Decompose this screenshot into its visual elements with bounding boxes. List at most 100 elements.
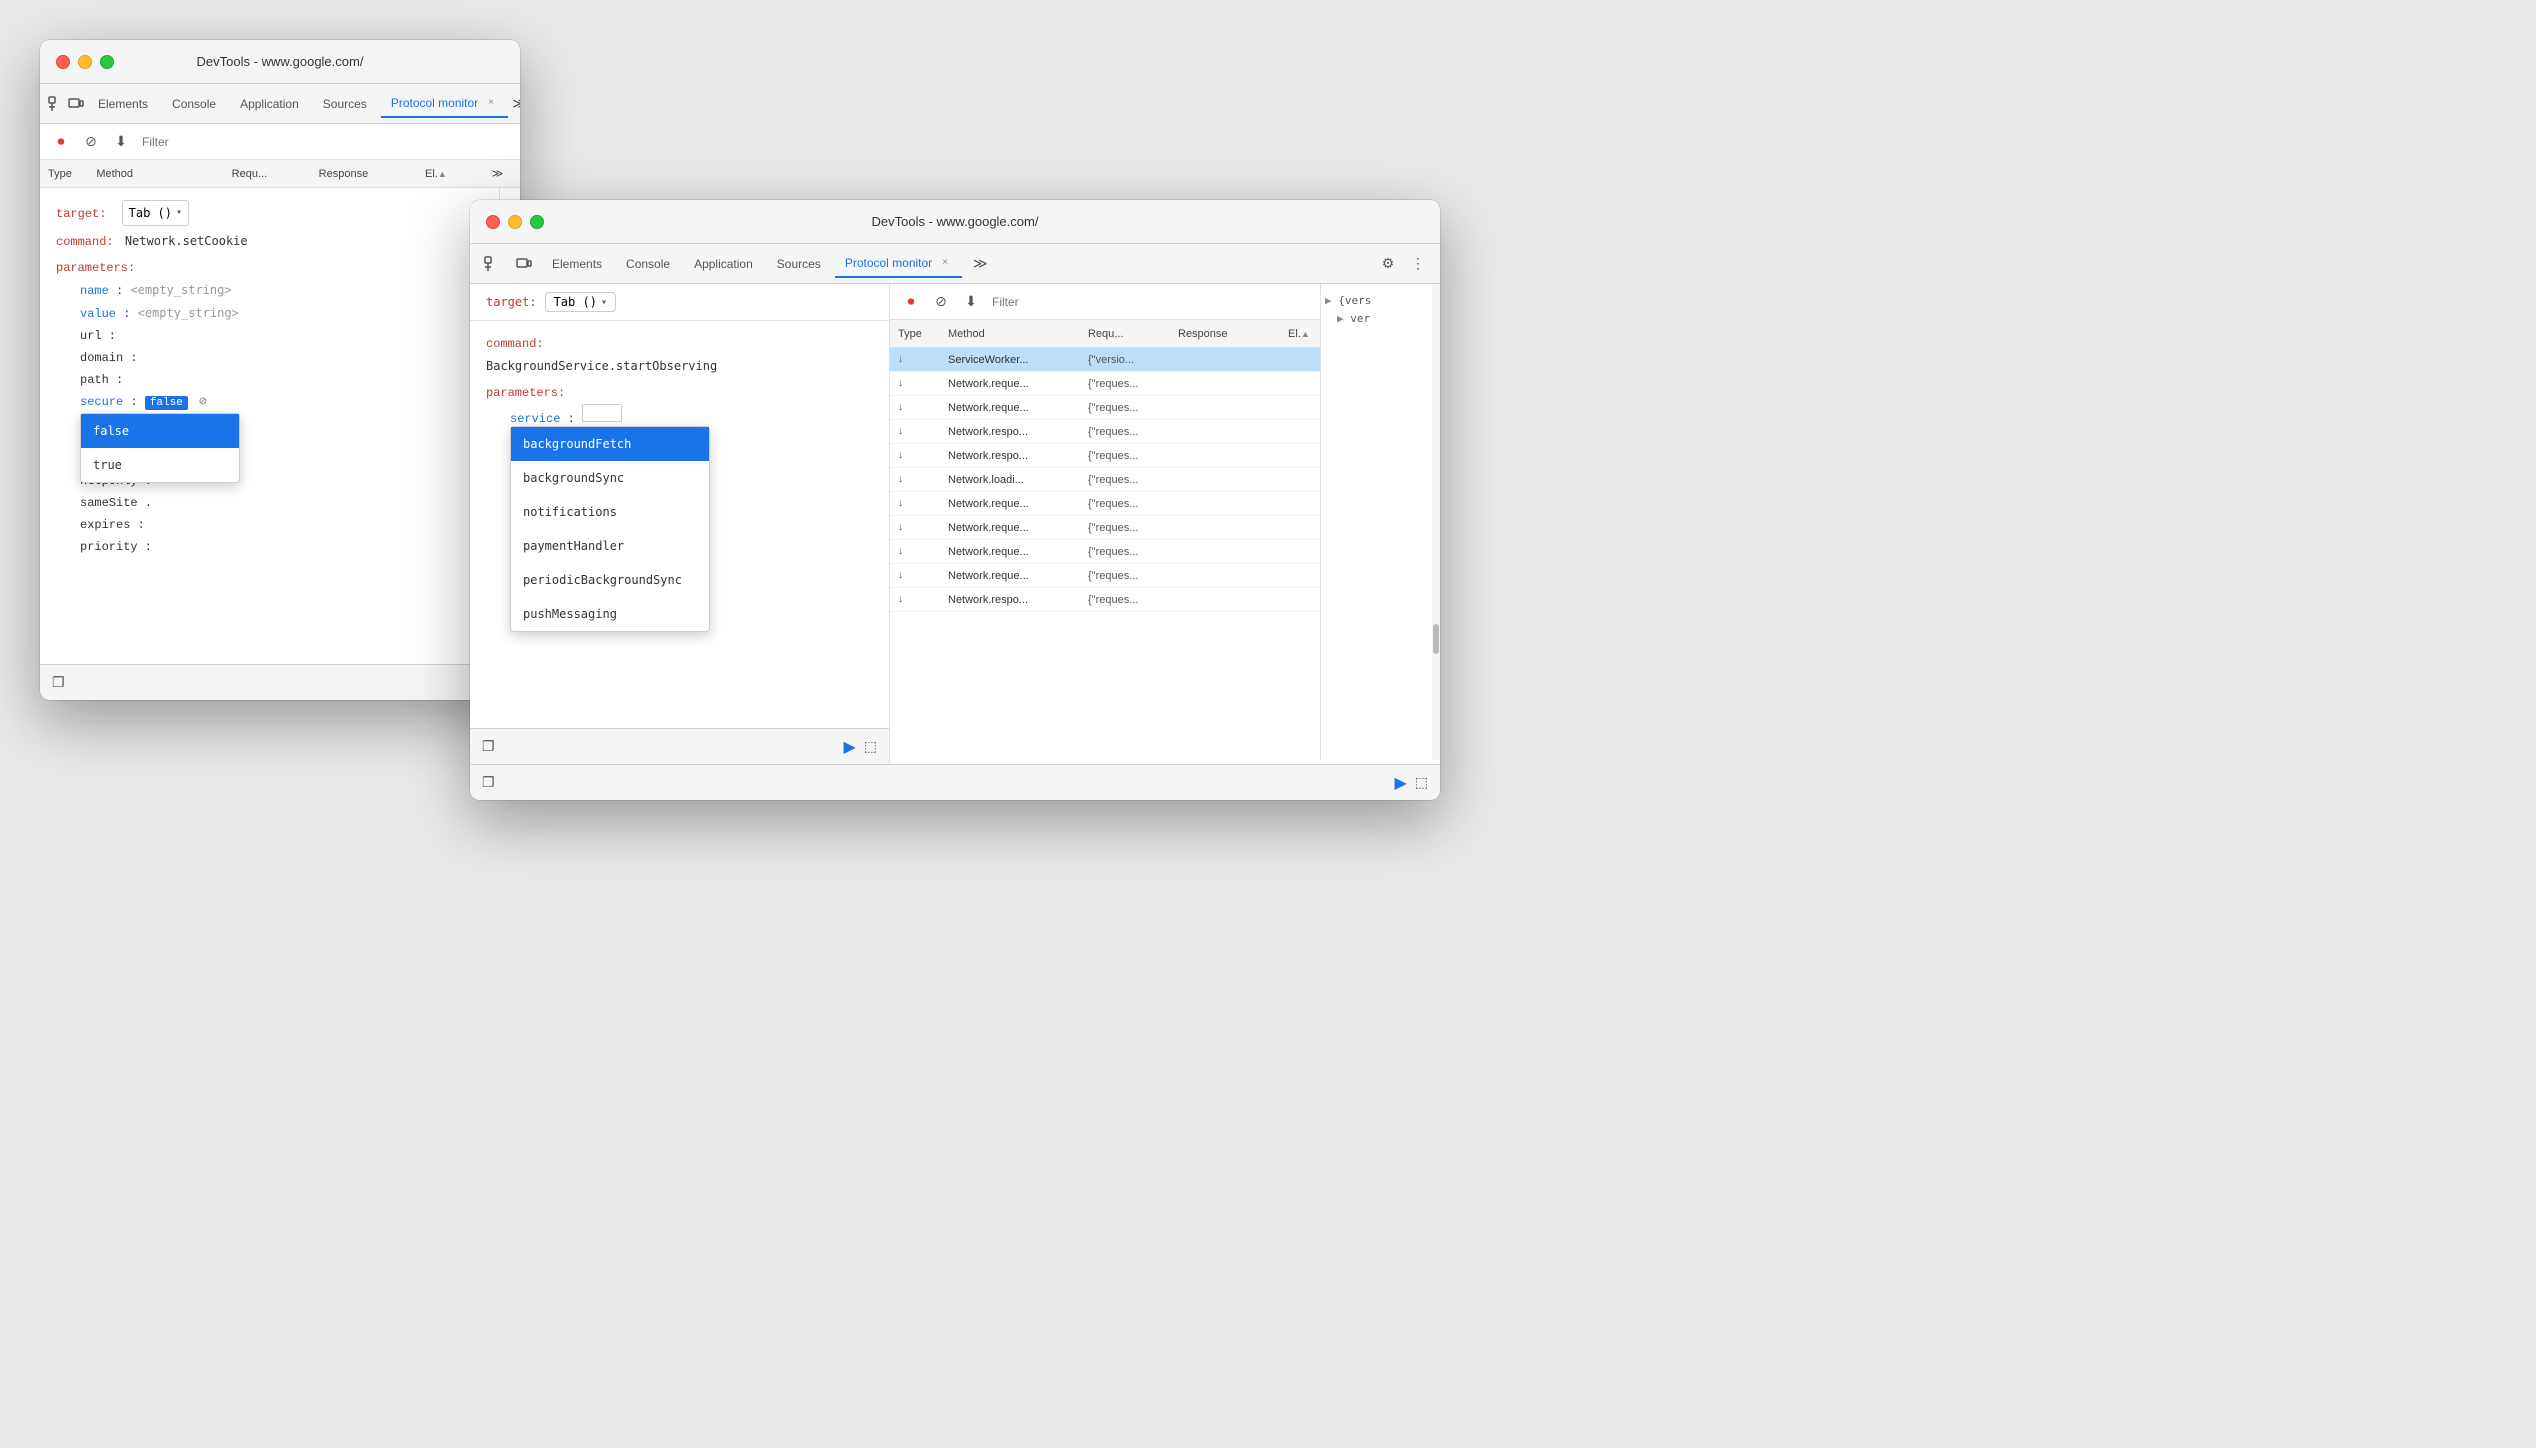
tab-protocol-monitor-2[interactable]: Protocol monitor ×	[835, 250, 962, 278]
row-3-type: ↓	[898, 426, 948, 437]
send-button-2[interactable]: ▶	[843, 737, 855, 757]
tab-elements-2[interactable]: Elements	[542, 250, 612, 278]
service-input[interactable]	[582, 404, 622, 422]
service-option-paymentHandler[interactable]: paymentHandler	[511, 529, 709, 563]
copy-icon-2b[interactable]: ❐	[482, 774, 495, 791]
tab-application-label-2: Application	[694, 257, 753, 271]
service-option-backgroundFetch[interactable]: backgroundFetch	[511, 427, 709, 461]
more-icon-2[interactable]: ⋮	[1404, 250, 1432, 278]
left-panel-2: target: Tab () ▾ command: BackgroundServ…	[470, 284, 890, 764]
download-button-1[interactable]: ⬇	[108, 129, 134, 155]
download-button-2[interactable]: ⬇	[958, 289, 984, 315]
kb-icon-2[interactable]: ⬚	[864, 738, 877, 755]
param-name-sep: :	[116, 284, 130, 298]
maximize-button-2[interactable]	[530, 215, 544, 229]
option-false[interactable]: false	[81, 414, 239, 448]
param-name-value: <empty_string>	[130, 283, 231, 297]
minimize-button-1[interactable]	[78, 55, 92, 69]
copy-icon-2[interactable]: ❐	[482, 738, 495, 755]
row-8-method: Network.reque...	[948, 546, 1088, 558]
bottom-bar-2-left: ❐ ▶ ⬚	[470, 728, 889, 764]
clear-button-1[interactable]: ⊘	[78, 129, 104, 155]
record-button-1[interactable]: ⏺	[48, 129, 74, 155]
clear-icon-secure[interactable]: ⊘	[199, 394, 207, 409]
param-domain-key: domain :	[80, 351, 138, 365]
tab-elements-1[interactable]: Elements	[88, 90, 158, 118]
service-dropdown[interactable]: backgroundFetch backgroundSync notificat…	[510, 426, 710, 632]
filter-input-1[interactable]	[138, 130, 512, 154]
col-el-1: El.▲	[425, 168, 483, 180]
tab-application-2[interactable]: Application	[684, 250, 763, 278]
tab-console-2[interactable]: Console	[616, 250, 680, 278]
param-name-line: name : <empty_string>	[80, 279, 483, 302]
col-method-2: Method	[948, 328, 1088, 340]
tab-console-1[interactable]: Console	[162, 90, 226, 118]
tab-sources-1[interactable]: Sources	[313, 90, 377, 118]
expand-icon-1[interactable]: ▶	[1337, 312, 1344, 325]
tabbar-1: Elements Console Application Sources Pro…	[40, 84, 520, 124]
chevron-icon-target: ▾	[176, 202, 182, 224]
service-option-notifications[interactable]: notifications	[511, 495, 709, 529]
row-6-requ: {"reques...	[1088, 498, 1178, 510]
param-priority-key: priority :	[80, 540, 152, 554]
record-button-2[interactable]: ⏺	[898, 289, 924, 315]
params-line-2: parameters:	[486, 382, 873, 404]
tab-sources-2[interactable]: Sources	[767, 250, 831, 278]
row-10-type: ↓	[898, 594, 948, 605]
kb-icon-2b[interactable]: ⬚	[1415, 774, 1428, 791]
bool-dropdown-1[interactable]: false true	[80, 413, 240, 483]
row-10-requ: {"reques...	[1088, 594, 1178, 606]
col-response-1: Response	[319, 168, 425, 180]
target-line: target: Tab () ▾	[56, 200, 483, 226]
param-samesite-key: sameSite .	[80, 496, 152, 510]
close-button-1[interactable]	[56, 55, 70, 69]
target-key: target:	[56, 207, 106, 221]
right-panel-2: ⏺ ⊘ ⬇ Type Method Requ... Response El.▲ …	[890, 284, 1440, 764]
option-true[interactable]: true	[81, 448, 239, 482]
target-select-1[interactable]: Tab () ▾	[122, 200, 189, 226]
tab-protocol-monitor-1[interactable]: Protocol monitor ×	[381, 90, 508, 118]
expand-icon-0[interactable]: ▶	[1325, 294, 1332, 307]
send-button-2b[interactable]: ▶	[1394, 773, 1406, 793]
more-cols-1[interactable]: ≫	[483, 167, 512, 180]
param-secure-value[interactable]: false	[145, 396, 188, 410]
tab-elements-label-2: Elements	[552, 257, 602, 271]
service-option-backgroundSync[interactable]: backgroundSync	[511, 461, 709, 495]
copy-icon-1[interactable]: ❐	[52, 674, 65, 691]
command-value-2: BackgroundService.startObserving	[486, 359, 717, 373]
close-button-2[interactable]	[486, 215, 500, 229]
target-select-2[interactable]: Tab () ▾	[545, 292, 616, 312]
service-option-periodicBackgroundSync[interactable]: periodicBackgroundSync	[511, 563, 709, 597]
tab-close-icon-1[interactable]: ×	[484, 96, 498, 110]
command-value-line-2: BackgroundService.startObserving	[486, 355, 873, 378]
command-key-2: command:	[486, 337, 544, 351]
titlebar-2: DevTools - www.google.com/	[470, 200, 1440, 244]
tab-application-1[interactable]: Application	[230, 90, 309, 118]
maximize-button-1[interactable]	[100, 55, 114, 69]
service-key: service	[510, 412, 560, 426]
service-option-pushMessaging[interactable]: pushMessaging	[511, 597, 709, 631]
tab-sources-label-1: Sources	[323, 97, 367, 111]
minimize-button-2[interactable]	[508, 215, 522, 229]
row-5-type: ↓	[898, 474, 948, 485]
more-tabs-icon-1[interactable]: ≫	[512, 90, 520, 118]
row-5-requ: {"reques...	[1088, 474, 1178, 486]
tab-console-label-1: Console	[172, 97, 216, 111]
device-icon[interactable]	[68, 90, 84, 118]
left-panel-1: target: Tab () ▾ command: Network.setCoo…	[40, 188, 500, 570]
command-key: command:	[56, 235, 114, 249]
inspect-icon[interactable]	[48, 90, 64, 118]
clear-button-2[interactable]: ⊘	[928, 289, 954, 315]
more-tabs-icon-2[interactable]: ≫	[966, 250, 994, 278]
row-5-method: Network.loadi...	[948, 474, 1088, 486]
param-expires-key: expires :	[80, 518, 145, 532]
bottom-bar-1: ❐ ▶ ⬚	[40, 664, 520, 700]
device-icon-2[interactable]	[510, 250, 538, 278]
scrollbar-thumb[interactable]	[1433, 624, 1439, 654]
inspect-icon-2[interactable]	[478, 250, 506, 278]
settings-icon-2[interactable]: ⚙	[1374, 250, 1402, 278]
param-domain-line: domain :	[80, 347, 483, 369]
row-0-type: ↓	[898, 354, 948, 365]
col-method-1: Method	[96, 168, 231, 180]
tab-close-icon-2[interactable]: ×	[938, 256, 952, 270]
